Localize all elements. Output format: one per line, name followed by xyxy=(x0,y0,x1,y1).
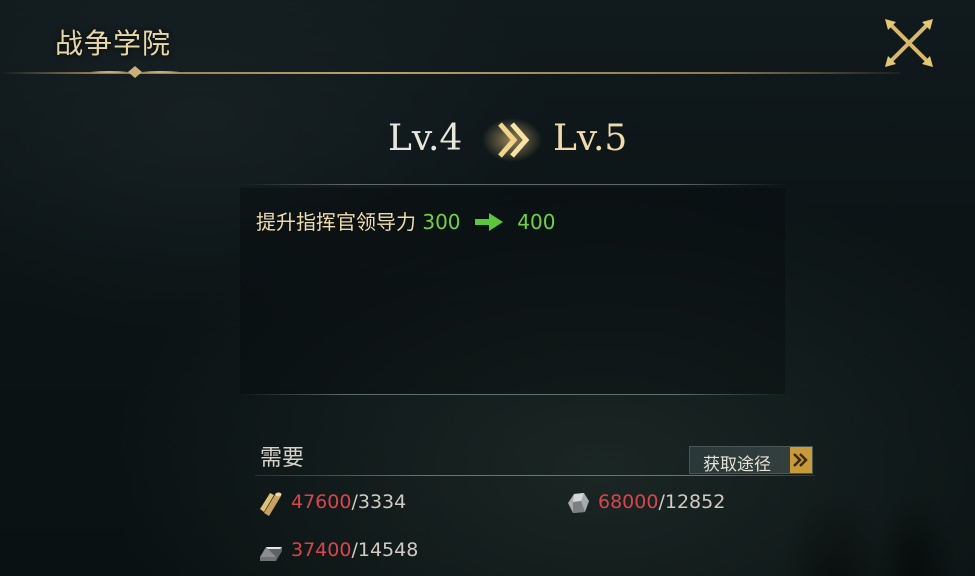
effect-to-value: 400 xyxy=(517,210,556,234)
requirements-label: 需要 xyxy=(260,446,305,471)
header-ornament-icon xyxy=(90,66,180,78)
current-level: Lv.4 xyxy=(388,118,463,159)
wood-resource-icon xyxy=(260,492,282,516)
iron-resource-icon xyxy=(260,547,282,561)
effect-from-value: 300 xyxy=(422,210,461,234)
double-chevron-right-icon xyxy=(790,447,812,473)
resource-need: 14548 xyxy=(357,539,419,561)
effect-description: 提升指挥官领导力 300 400 xyxy=(256,206,555,235)
resource-need: 12852 xyxy=(664,491,726,513)
obtain-source-button[interactable]: 获取途径 xyxy=(689,446,813,475)
next-level: Lv.5 xyxy=(553,118,628,159)
level-change-row: Lv.4 Lv.5 xyxy=(0,116,975,166)
obtain-source-label: 获取途径 xyxy=(703,455,771,475)
effect-label: 提升指挥官领导力 xyxy=(256,210,416,234)
page-title: 战争学院 xyxy=(55,27,172,60)
level-divider xyxy=(240,184,785,185)
background-trees xyxy=(715,376,975,576)
stone-resource-icon xyxy=(568,493,589,513)
resource-need: 3334 xyxy=(357,491,407,513)
double-chevron-right-icon xyxy=(482,118,542,162)
crossed-swords-close-icon xyxy=(885,19,933,67)
resource-have: 47600 xyxy=(291,491,352,513)
effect-bottom-divider xyxy=(240,394,785,395)
requirements-divider xyxy=(255,475,815,476)
close-button[interactable] xyxy=(880,14,938,72)
war-academy-upgrade-screen: 战争学院 Lv.4 Lv.5 提升指挥官领导力 300 400 需要 获取途径 … xyxy=(0,0,975,576)
resource-have: 37400 xyxy=(291,539,352,561)
resource-have: 68000 xyxy=(598,491,659,513)
green-arrow-right-icon xyxy=(474,213,503,231)
